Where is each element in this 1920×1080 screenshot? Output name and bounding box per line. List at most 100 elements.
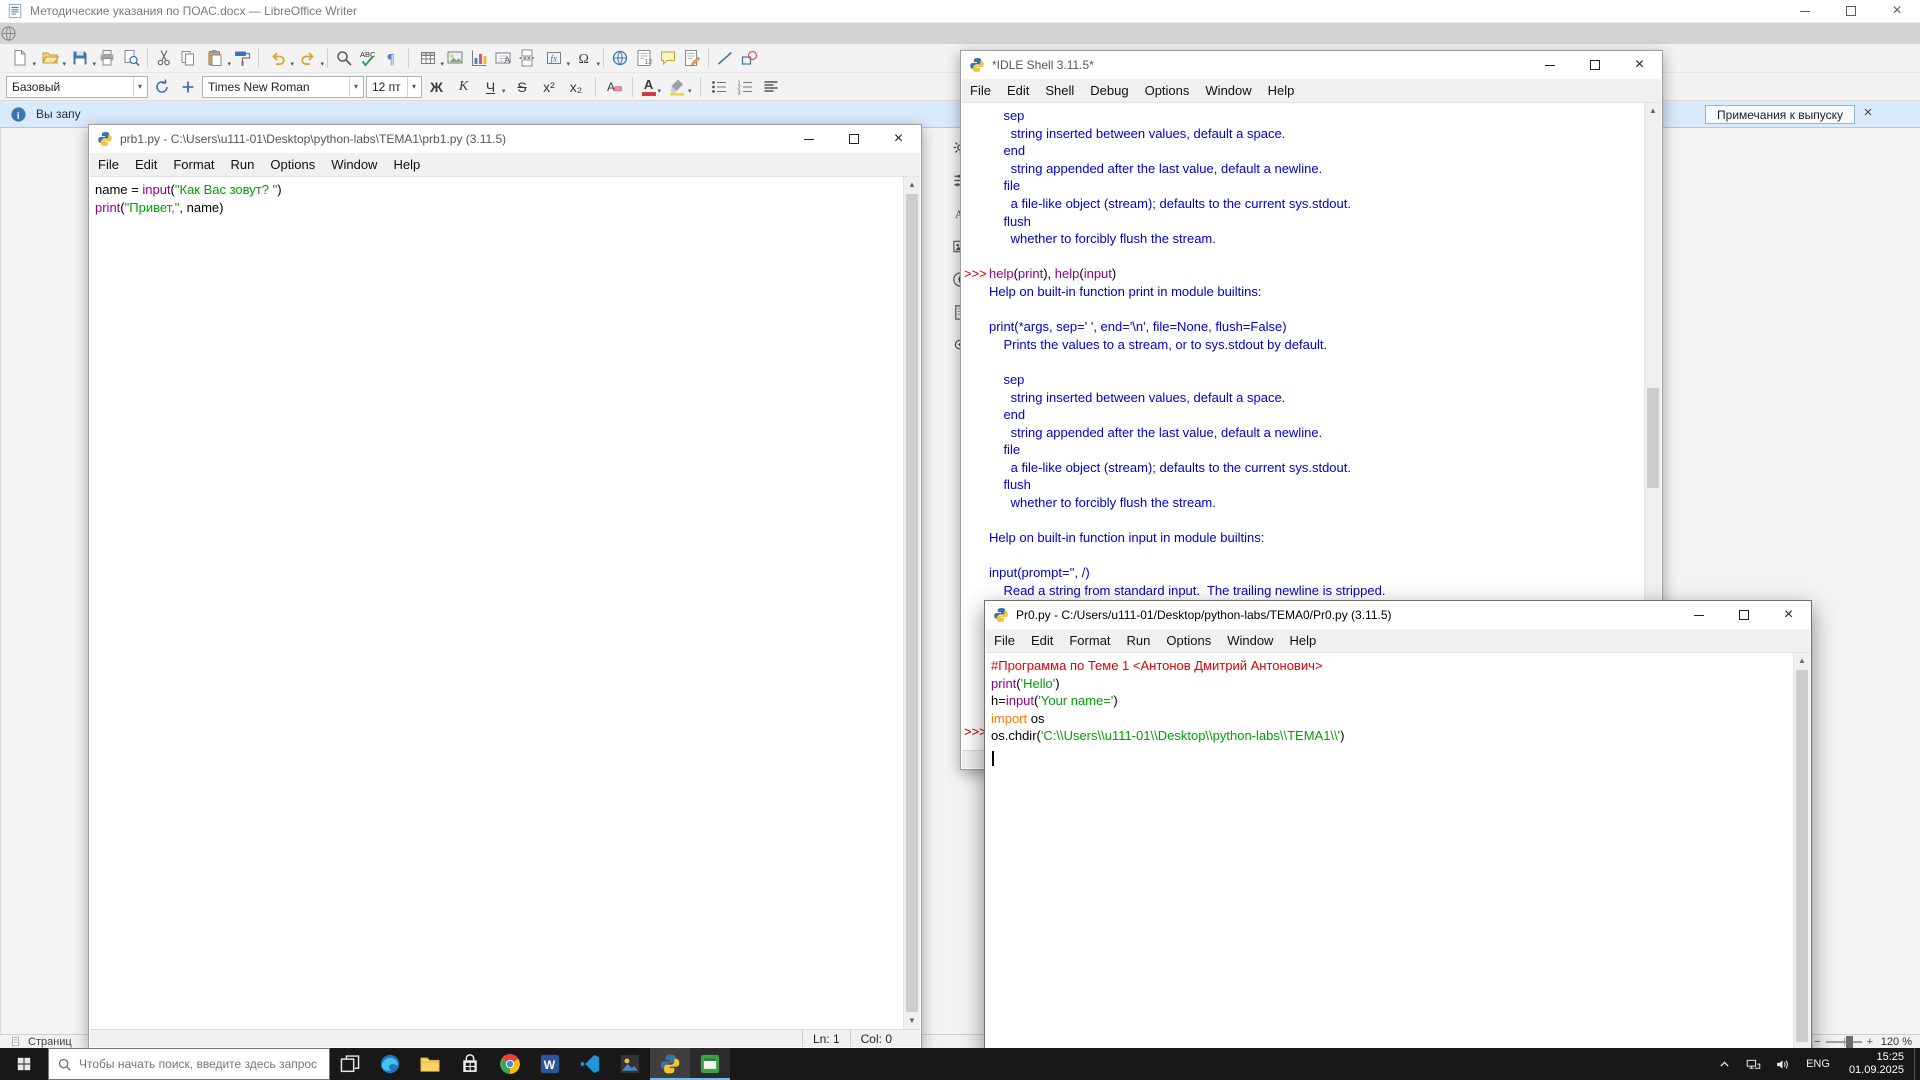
menu-window[interactable]: Window xyxy=(1197,80,1259,101)
bold-button[interactable]: Ж xyxy=(424,75,449,99)
menu-edit[interactable]: Edit xyxy=(1023,630,1061,651)
taskbar-idle-icon[interactable] xyxy=(690,1048,730,1080)
special-character-icon[interactable]: Ω ▾ xyxy=(569,46,601,70)
taskbar-explorer-icon[interactable] xyxy=(410,1048,450,1080)
prb1-close-button[interactable]: × xyxy=(876,125,921,153)
zoom-control[interactable]: − + 120 % xyxy=(1795,1035,1912,1049)
clone-formatting-icon[interactable] xyxy=(230,46,254,70)
clock[interactable]: 15:25 01.09.2025 xyxy=(1839,1051,1914,1077)
menu-debug[interactable]: Debug xyxy=(1082,80,1136,101)
clear-formatting-icon[interactable]: A xyxy=(602,75,626,99)
insert-image-icon[interactable] xyxy=(443,46,467,70)
scroll-up-icon[interactable]: ▲ xyxy=(1645,103,1661,119)
undo-icon[interactable]: ▾ xyxy=(263,46,294,70)
cut-icon[interactable] xyxy=(152,46,176,70)
scroll-up-icon[interactable]: ▲ xyxy=(1794,653,1810,669)
pr0-maximize-button[interactable] xyxy=(1721,601,1766,629)
print-preview-icon[interactable] xyxy=(119,46,143,70)
menu-run[interactable]: Run xyxy=(223,154,263,175)
paragraph-style-combo[interactable]: Базовый ▾ xyxy=(6,75,148,98)
network-icon[interactable] xyxy=(1739,1057,1768,1072)
redo-icon[interactable]: ▾ xyxy=(293,46,324,70)
menu-edit[interactable]: Edit xyxy=(127,154,165,175)
menu-options[interactable]: Options xyxy=(1137,80,1198,101)
prb1-maximize-button[interactable] xyxy=(831,125,876,153)
zoom-slider[interactable] xyxy=(1825,1036,1862,1048)
prb1-scrollbar[interactable]: ▲ ▼ xyxy=(903,177,920,1029)
spelling-icon[interactable]: ABC xyxy=(356,46,380,70)
pr0-close-button[interactable]: × xyxy=(1766,601,1811,629)
new-doc-icon[interactable]: ▾ xyxy=(5,46,36,70)
help-globe-icon[interactable] xyxy=(0,25,1920,43)
menu-window[interactable]: Window xyxy=(323,154,385,175)
taskbar-python-icon[interactable] xyxy=(650,1048,690,1080)
track-changes-icon[interactable] xyxy=(680,46,704,70)
zoom-out-button[interactable]: − xyxy=(1814,1036,1820,1048)
menu-format[interactable]: Format xyxy=(165,154,222,175)
insert-chart-icon[interactable] xyxy=(467,46,491,70)
taskbar-photos-icon[interactable] xyxy=(610,1048,650,1080)
menu-format[interactable]: Format xyxy=(1061,630,1118,651)
shell-minimize-button[interactable] xyxy=(1527,51,1572,79)
shell-maximize-button[interactable] xyxy=(1572,51,1617,79)
start-button[interactable] xyxy=(0,1048,48,1080)
subscript-button[interactable]: x₂ xyxy=(564,75,589,99)
taskbar-chrome-icon[interactable] xyxy=(490,1048,530,1080)
shell-close-button[interactable]: × xyxy=(1617,51,1662,79)
comment-icon[interactable] xyxy=(656,46,680,70)
insert-table-icon[interactable]: ▾ xyxy=(413,46,444,70)
menu-run[interactable]: Run xyxy=(1119,630,1159,651)
taskbar-store-icon[interactable] xyxy=(450,1048,490,1080)
footnote-icon[interactable]: 12 xyxy=(632,46,656,70)
insert-line-icon[interactable] xyxy=(713,46,737,70)
scroll-down-icon[interactable]: ▼ xyxy=(904,1013,920,1029)
volume-icon[interactable] xyxy=(1768,1057,1797,1072)
font-name-combo[interactable]: Times New Roman ▾ xyxy=(202,75,364,98)
menu-shell[interactable]: Shell xyxy=(1037,80,1082,101)
taskbar-task-view-icon[interactable] xyxy=(330,1048,370,1080)
taskbar-edge-icon[interactable] xyxy=(370,1048,410,1080)
hidden-icons-chevron-icon[interactable] xyxy=(1710,1057,1739,1072)
basic-shapes-icon[interactable] xyxy=(737,46,761,70)
menu-options[interactable]: Options xyxy=(262,154,323,175)
menu-help[interactable]: Help xyxy=(1281,630,1324,651)
infobar-close-icon[interactable]: × xyxy=(1859,104,1877,121)
italic-button[interactable]: К xyxy=(451,75,476,99)
menu-file[interactable]: File xyxy=(986,630,1023,651)
writer-maximize-button[interactable] xyxy=(1828,0,1874,22)
save-icon[interactable]: ▾ xyxy=(65,46,96,70)
open-icon[interactable]: ▾ xyxy=(35,46,66,70)
pr0-scrollbar-thumb[interactable] xyxy=(1796,670,1808,1042)
page-break-icon[interactable] xyxy=(515,46,539,70)
menu-file[interactable]: File xyxy=(962,80,999,101)
superscript-button[interactable]: x² xyxy=(537,75,562,99)
zoom-slider-handle[interactable] xyxy=(1846,1036,1854,1048)
pr0-scrollbar[interactable]: ▲ ▼ xyxy=(1793,653,1810,1079)
taskbar-search-input[interactable] xyxy=(79,1057,329,1071)
dropdown-arrow-icon[interactable]: ▾ xyxy=(320,60,324,68)
numbering-icon[interactable]: 123 xyxy=(733,75,757,99)
menu-options[interactable]: Options xyxy=(1158,630,1219,651)
zoom-in-button[interactable]: + xyxy=(1867,1036,1873,1048)
writer-close-button[interactable]: × xyxy=(1874,0,1920,22)
formatting-marks-icon[interactable]: ¶ xyxy=(380,46,404,70)
taskbar-vscode-icon[interactable] xyxy=(570,1048,610,1080)
release-notes-button[interactable]: Примечания к выпуску xyxy=(1705,105,1855,124)
menu-help[interactable]: Help xyxy=(385,154,428,175)
font-color-button[interactable]: А xyxy=(639,78,659,96)
new-style-icon[interactable] xyxy=(176,75,200,99)
bullets-icon[interactable] xyxy=(707,75,731,99)
taskbar-search[interactable] xyxy=(48,1048,330,1080)
shell-scrollbar-thumb[interactable] xyxy=(1647,388,1659,488)
update-style-icon[interactable] xyxy=(150,75,174,99)
dropdown-arrow-icon[interactable]: ▾ xyxy=(596,60,600,68)
menu-help[interactable]: Help xyxy=(1260,80,1303,101)
print-icon[interactable] xyxy=(95,46,119,70)
prb1-minimize-button[interactable] xyxy=(786,125,831,153)
strikethrough-button[interactable]: S xyxy=(510,75,535,99)
show-desktop-button[interactable] xyxy=(1914,1048,1920,1080)
language-indicator[interactable]: ENG xyxy=(1797,1058,1839,1070)
paste-icon[interactable]: ▾ xyxy=(200,46,231,70)
pr0-minimize-button[interactable] xyxy=(1676,601,1721,629)
copy-icon[interactable] xyxy=(176,46,200,70)
